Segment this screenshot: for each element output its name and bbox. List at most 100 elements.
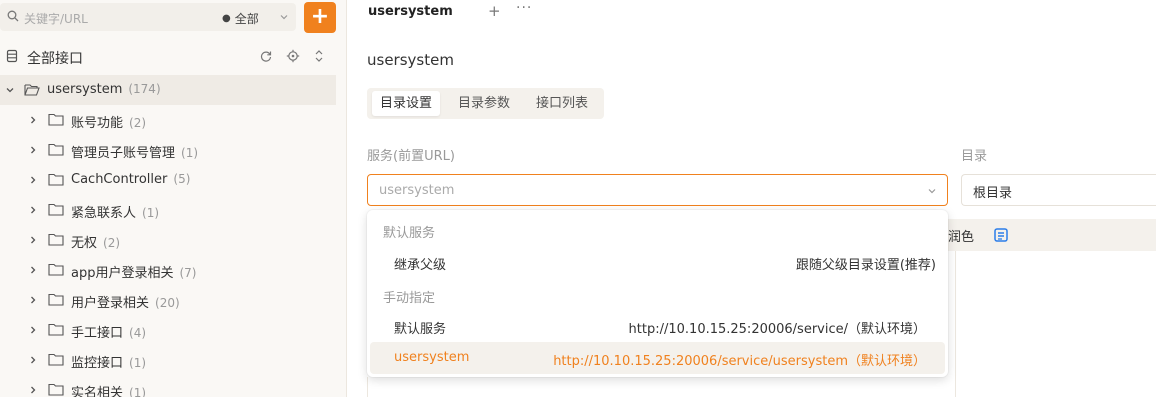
folder-icon [48, 383, 64, 396]
tree-item[interactable]: app用户登录相关 (7) [0, 255, 336, 285]
chevron-down-icon[interactable] [5, 85, 15, 95]
folder-icon [48, 263, 64, 276]
dir-select-value: 根目录 [973, 186, 1013, 201]
new-tab-button[interactable]: + [488, 2, 501, 20]
more-tabs-button[interactable]: ··· [516, 0, 532, 16]
tree-item-label: 实名相关 (1) [71, 382, 146, 397]
all-api-label: 全部接口 [27, 51, 83, 67]
folder-icon [48, 293, 64, 306]
folder-icon [48, 323, 64, 336]
search-input[interactable]: 关键字/URL ● 全部 [0, 3, 296, 31]
chevron-right-icon[interactable] [28, 295, 38, 305]
tree-item-count: (174) [128, 82, 161, 96]
tree-item-name: app用户登录相关 [71, 266, 174, 281]
chevron-right-icon[interactable] [28, 325, 38, 335]
tree-item[interactable]: 账号功能 (2) [0, 105, 336, 135]
locate-icon[interactable] [286, 49, 300, 63]
dir-select[interactable]: 根目录 [961, 174, 1156, 206]
folder-icon [48, 113, 64, 126]
main-panel: usersystem + ··· usersystem 目录设置 目录参数 接口… [348, 0, 1156, 397]
content-frame [367, 377, 956, 397]
polish-icon[interactable] [993, 227, 1009, 243]
tree-item-label: app用户登录相关 (7) [71, 262, 196, 281]
tree-item-label: 用户登录相关 (20) [71, 292, 180, 311]
search-icon [7, 10, 19, 22]
all-api-row[interactable]: 全部接口 [0, 42, 346, 70]
tree-item-name: usersystem [47, 82, 123, 97]
add-button[interactable]: + [304, 2, 336, 33]
tree-item-name: 手工接口 [71, 326, 124, 341]
chevron-right-icon[interactable] [28, 115, 38, 125]
option-url: http://10.10.15.25:20006/service/usersys… [553, 354, 926, 369]
sidebar: 关键字/URL ● 全部 + 全部接口 usersystem (174) 账号功能 (… [0, 0, 347, 397]
tree-item-label: 管理员子账号管理 (1) [71, 142, 198, 161]
group-manual-label: 手动指定 [383, 291, 436, 306]
folder-icon [48, 353, 64, 366]
chevron-right-icon[interactable] [28, 235, 38, 245]
chevron-down-icon[interactable] [279, 12, 289, 22]
tree-item[interactable]: 手工接口 (4) [0, 315, 336, 345]
tree-item-count: (2) [129, 116, 147, 130]
search-row: 关键字/URL ● 全部 + [0, 0, 346, 36]
database-icon [6, 49, 18, 63]
tree-item-label: 紧急联系人 (1) [71, 202, 159, 221]
chevron-right-icon[interactable] [28, 175, 38, 185]
folder-open-icon [24, 84, 40, 96]
service-select-value: usersystem [379, 183, 455, 198]
tree-item-count: (20) [155, 296, 180, 310]
tree-item-count: (1) [129, 356, 147, 370]
tree-item-name: 账号功能 [71, 116, 124, 131]
option-default-service[interactable]: 默认服务 http://10.10.15.25:20006/service/（默… [370, 310, 945, 342]
option-desc: 跟随父级目录设置(推荐) [795, 258, 936, 273]
refresh-icon[interactable] [259, 49, 273, 63]
tree-item-name: 用户登录相关 [71, 296, 150, 311]
page-title: usersystem [367, 51, 454, 69]
tree-item[interactable]: 紧急联系人 (1) [0, 195, 336, 225]
tree-item-name: 紧急联系人 [71, 206, 137, 221]
tree-item-label: 无权 (2) [71, 232, 120, 251]
service-label: 服务(前置URL) [367, 149, 455, 164]
option-url: http://10.10.15.25:20006/service/（默认环境） [628, 322, 926, 337]
folder-icon [48, 143, 64, 156]
tree-item-label: 账号功能 (2) [71, 112, 146, 131]
chevron-right-icon[interactable] [28, 145, 38, 155]
tree-item-count: (1) [142, 206, 160, 220]
tree-item-label: 手工接口 (4) [71, 322, 146, 341]
scope-select[interactable]: ● 全部 [222, 10, 259, 27]
service-dropdown: 默认服务 继承父级 跟随父级目录设置(推荐) 手动指定 默认服务 http://… [367, 210, 948, 377]
chevron-right-icon[interactable] [28, 385, 38, 395]
scope-value: 全部 [234, 12, 259, 26]
tree-item-name: 无权 [71, 236, 98, 251]
tree-item[interactable]: CachController (5) [0, 165, 336, 195]
tree-item-name: 实名相关 [71, 386, 124, 397]
tree-item-count: (2) [103, 236, 121, 250]
chevron-right-icon[interactable] [28, 355, 38, 365]
option-usersystem[interactable]: usersystem http://10.10.15.25:20006/serv… [370, 342, 945, 374]
tab-dir-params[interactable]: 目录参数 [450, 91, 518, 116]
tree-item-label: CachController (5) [71, 172, 190, 187]
tree-item[interactable]: 实名相关 (1) [0, 375, 336, 397]
tree-item-label: usersystem (174) [47, 82, 161, 97]
search-placeholder: 关键字/URL [24, 12, 88, 26]
tree-item-count: (4) [129, 326, 147, 340]
tab-api-list[interactable]: 接口列表 [528, 91, 596, 116]
tree-item[interactable]: 无权 (2) [0, 225, 336, 255]
tree-item-count: (7) [179, 266, 197, 280]
tab-dir-settings[interactable]: 目录设置 [372, 91, 441, 116]
expand-collapse-icon[interactable] [312, 49, 326, 63]
tree-item[interactable]: 监控接口 (1) [0, 345, 336, 375]
chevron-right-icon[interactable] [28, 265, 38, 275]
tab-usersystem[interactable]: usersystem [348, 0, 468, 26]
folder-icon [48, 203, 64, 216]
option-inherit[interactable]: 继承父级 跟随父级目录设置(推荐) [370, 246, 945, 278]
tree-item[interactable]: 管理员子账号管理 (1) [0, 135, 336, 165]
tree-item[interactable]: 用户登录相关 (20) [0, 285, 336, 315]
chevron-right-icon[interactable] [28, 205, 38, 215]
tree-item-label: 监控接口 (1) [71, 352, 146, 371]
tree-item-name: 监控接口 [71, 356, 124, 371]
chevron-down-icon [928, 189, 936, 194]
folder-icon [48, 173, 64, 186]
tree-item-root[interactable]: usersystem (174) [0, 75, 336, 105]
tab-bar: usersystem + ··· [348, 0, 1156, 26]
service-select[interactable]: usersystem [367, 174, 948, 206]
